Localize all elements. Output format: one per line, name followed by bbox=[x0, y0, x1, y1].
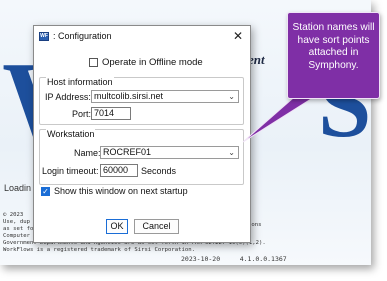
station-name-value: ROCREF01 bbox=[103, 147, 152, 157]
workstation-group: Workstation Name: ROCREF01 ⌄ Login timeo… bbox=[39, 129, 244, 185]
show-on-startup-label: Show this window on next startup bbox=[54, 186, 188, 196]
build-version: 4.1.0.0.1367 bbox=[239, 255, 287, 263]
configuration-dialog: WF : Configuration ✕ Operate in Offline … bbox=[33, 25, 251, 243]
station-name-combobox[interactable]: ROCREF01 ⌄ bbox=[100, 146, 239, 159]
host-information-group: Host information IP Address: multcolib.s… bbox=[39, 77, 244, 125]
show-on-startup-checkbox[interactable]: ✓ bbox=[41, 186, 50, 196]
login-timeout-input[interactable]: 60000 bbox=[100, 164, 138, 177]
offline-mode-option[interactable]: Operate in Offline mode bbox=[89, 57, 203, 68]
host-group-title: Host information bbox=[46, 77, 114, 87]
port-label: Port: bbox=[72, 109, 92, 119]
offline-mode-checkbox[interactable] bbox=[89, 58, 98, 67]
ok-button[interactable]: OK bbox=[106, 219, 128, 234]
close-icon[interactable]: ✕ bbox=[232, 29, 244, 43]
workflows-app-icon: WF bbox=[39, 32, 49, 41]
version-stamp: 2023-10-20 4.1.0.0.1367 bbox=[181, 255, 287, 263]
chevron-down-icon[interactable]: ⌄ bbox=[228, 91, 235, 102]
chevron-down-icon[interactable]: ⌄ bbox=[228, 147, 235, 158]
startup-option[interactable]: ✓ Show this window on next startup bbox=[41, 186, 188, 196]
legal-line: WorkFlows is a registered trademark of S… bbox=[3, 247, 195, 253]
dialog-title: : Configuration bbox=[53, 31, 112, 41]
login-timeout-label: Login timeout: bbox=[42, 166, 99, 176]
workstation-group-title: Workstation bbox=[46, 129, 96, 139]
ip-address-combobox[interactable]: multcolib.sirsi.net ⌄ bbox=[91, 90, 239, 103]
station-name-label: Name: bbox=[74, 148, 101, 158]
ip-address-label: IP Address: bbox=[45, 92, 91, 102]
loading-text: Loadin bbox=[4, 183, 32, 193]
ip-address-value: multcolib.sirsi.net bbox=[94, 91, 164, 101]
cancel-button[interactable]: Cancel bbox=[134, 219, 179, 234]
callout-text: Station names will have sort points atta… bbox=[292, 22, 375, 71]
offline-mode-label: Operate in Offline mode bbox=[102, 57, 203, 68]
dialog-titlebar[interactable]: WF : Configuration ✕ bbox=[34, 26, 250, 47]
login-timeout-unit: Seconds bbox=[141, 166, 177, 176]
build-date: 2023-10-20 bbox=[181, 255, 221, 263]
port-input[interactable]: 7014 bbox=[91, 107, 131, 120]
annotation-callout: Station names will have sort points atta… bbox=[287, 12, 380, 99]
